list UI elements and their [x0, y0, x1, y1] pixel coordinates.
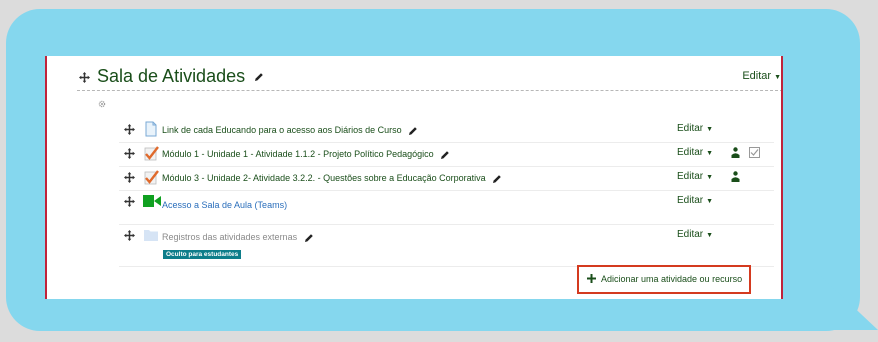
caret-down-icon: ▼ [774, 74, 781, 81]
move-icon[interactable] [124, 196, 135, 207]
move-icon[interactable] [124, 172, 135, 183]
activity-link[interactable]: Link de cada Educando para o acesso aos … [162, 125, 418, 136]
activity-edit-menu[interactable]: Editar ▼ [677, 171, 713, 182]
pencil-icon[interactable] [304, 233, 314, 243]
group-person-icon[interactable] [731, 147, 740, 158]
completion-checkbox-icon[interactable] [749, 147, 760, 158]
section-header: Sala de Atividades Editar ▼ [77, 64, 781, 91]
activity-row: Acesso a Sala de Aula (Teams) Editar ▼ [119, 190, 774, 225]
video-camera-icon [143, 195, 161, 207]
activity-row: Registros das atividades externas Editar… [119, 224, 774, 267]
plus-icon [587, 274, 596, 283]
move-icon[interactable] [124, 230, 135, 241]
activity-link[interactable]: Acesso a Sala de Aula (Teams) [162, 200, 287, 210]
caret-down-icon: ▼ [706, 126, 714, 133]
edit-label: Editar [677, 147, 704, 158]
activity-row: Link de cada Educando para o acesso aos … [119, 118, 774, 143]
activity-link[interactable]: Módulo 3 - Unidade 2- Atividade 3.2.2. -… [162, 173, 502, 184]
edit-label: Editar [677, 195, 704, 206]
activity-label: Módulo 3 - Unidade 2- Atividade 3.2.2. -… [162, 173, 486, 183]
group-person-icon[interactable] [731, 171, 740, 182]
pencil-icon[interactable] [408, 126, 418, 136]
activity-edit-menu[interactable]: Editar ▼ [677, 195, 713, 206]
activity-label: Link de cada Educando para o acesso aos … [162, 125, 402, 135]
section-title: Sala de Atividades [97, 66, 264, 87]
assignment-check-icon [144, 146, 159, 161]
caret-down-icon: ▼ [706, 232, 714, 239]
caret-down-icon: ▼ [706, 150, 714, 157]
folder-icon [144, 230, 158, 241]
section-edit-label: Editar [742, 70, 772, 82]
activity-edit-menu[interactable]: Editar ▼ [677, 147, 713, 158]
gear-icon[interactable] [98, 100, 106, 108]
activity-edit-menu[interactable]: Editar ▼ [677, 123, 713, 134]
pencil-icon[interactable] [254, 72, 264, 82]
section-edit-menu[interactable]: Editar ▼ [742, 70, 781, 82]
course-section-card: Sala de Atividades Editar ▼ Link de cada … [45, 56, 783, 299]
move-icon[interactable] [124, 124, 135, 135]
activity-label: Registros das atividades externas [162, 232, 298, 242]
section-title-text: Sala de Atividades [97, 66, 246, 86]
activity-row: Módulo 1 - Unidade 1 - Atividade 1.1.2 -… [119, 142, 774, 167]
activity-edit-menu[interactable]: Editar ▼ [677, 229, 713, 240]
activity-link[interactable]: Módulo 1 - Unidade 1 - Atividade 1.1.2 -… [162, 149, 450, 160]
pencil-icon[interactable] [440, 150, 450, 160]
caret-down-icon: ▼ [706, 198, 714, 205]
activity-link[interactable]: Registros das atividades externas [162, 232, 314, 243]
activity-row: Módulo 3 - Unidade 2- Atividade 3.2.2. -… [119, 166, 774, 191]
pencil-icon[interactable] [492, 174, 502, 184]
move-icon[interactable] [124, 148, 135, 159]
add-activity-button[interactable]: Adicionar uma atividade ou recurso [577, 265, 751, 294]
move-icon[interactable] [79, 72, 90, 83]
activity-label: Módulo 1 - Unidade 1 - Atividade 1.1.2 -… [162, 149, 434, 159]
add-activity-label: Adicionar uma atividade ou recurso [601, 274, 743, 284]
assignment-check-icon [144, 170, 159, 185]
activity-label: Acesso a Sala de Aula (Teams) [162, 200, 288, 210]
hidden-status-badge: Oculto para estudantes [163, 250, 242, 259]
edit-label: Editar [677, 229, 704, 240]
edit-label: Editar [677, 123, 704, 134]
edit-label: Editar [677, 171, 704, 182]
caret-down-icon: ▼ [706, 174, 714, 181]
url-file-icon [145, 121, 157, 137]
